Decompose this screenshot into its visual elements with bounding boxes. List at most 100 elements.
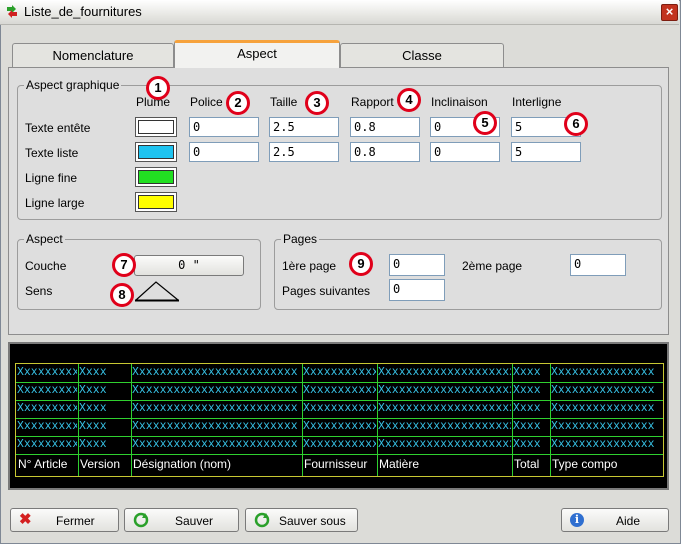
sauver-sous-label: Sauver sous [279, 514, 346, 528]
annotation-badge-5: 5 [473, 111, 497, 135]
placeholder-cell: Xxxx [513, 438, 541, 451]
placeholder-cell: Xxxxxxxxxxxxxxxxxxxxxxxx [132, 438, 298, 451]
col-inclinaison: Inclinaison [431, 95, 488, 109]
sens-label: Sens [25, 284, 53, 298]
placeholder-cell: Xxxxxxxxxxxxxxxxxxxxxxxx [132, 402, 298, 415]
police-input-entete[interactable]: 0 [189, 117, 259, 137]
sauver-sous-button[interactable]: Sauver sous [245, 508, 358, 532]
row-label-ligne-large: Ligne large [25, 196, 85, 210]
column-header: Total [514, 457, 540, 471]
taille-input-entete[interactable]: 2.5 [269, 117, 339, 137]
col-police: Police [190, 95, 223, 109]
column-header: Matière [379, 457, 420, 471]
placeholder-cell: Xxxxxxxxxxxx [17, 384, 77, 397]
placeholder-cell: Xxxx [79, 366, 107, 379]
color-fill [138, 120, 174, 134]
tab-nomenclature[interactable]: Nomenclature [12, 43, 174, 67]
window-title: Liste_de_fournitures [24, 4, 142, 19]
tab-classe[interactable]: Classe [340, 43, 504, 67]
second-page-label: 2ème page [462, 259, 523, 273]
close-button[interactable]: × [661, 4, 678, 21]
column-header: N° Article [18, 457, 68, 471]
table-preview: Xxxxxxxxx xxxX xxxXxxxxxxxxxxxxxxxxxxxx xxx… [8, 342, 669, 490]
tab-aspect[interactable]: Aspect [174, 40, 340, 68]
rapport-input-entete[interactable]: 0.8 [350, 117, 420, 137]
next-pages-input[interactable]: 0 [389, 279, 445, 301]
color-fill [138, 145, 174, 159]
taille-input-liste[interactable]: 2.5 [269, 142, 339, 162]
plume-color-swatch-ligne-large[interactable] [135, 192, 177, 212]
row-label-texte-liste: Texte liste [25, 146, 79, 160]
preview-grid: Xxxxxxxxx xxxX xxxXxxxxxxxxxxxxxxxxxxxx xxx… [15, 363, 664, 477]
sens-triangle-icon[interactable] [134, 280, 180, 302]
first-page-label: 1ère page [282, 259, 337, 273]
close-x-icon: ✖ [19, 511, 32, 528]
col-interligne: Interligne [512, 95, 562, 109]
plume-color-swatch-liste[interactable] [135, 142, 177, 162]
interligne-input-liste[interactable]: 5 [511, 142, 581, 162]
placeholder-cell: Xxxx [513, 366, 541, 379]
placeholder-cell: Xxxxxxxxxxxxxxxxxxxxxx [378, 402, 511, 415]
annotation-badge-1: 1 [146, 76, 170, 100]
couche-label: Couche [25, 259, 67, 273]
placeholder-cell: Xxxxxxxxxxxxxx [303, 420, 376, 433]
column-header: Type compo [552, 457, 618, 471]
save-as-refresh-icon [254, 512, 270, 528]
fermer-label: Fermer [56, 514, 95, 528]
col-taille: Taille [270, 95, 298, 109]
color-fill [138, 195, 174, 209]
placeholder-cell: Xxxxxxxxxxxxxxxxxxxxxx [378, 366, 511, 379]
plume-color-swatch-entete[interactable] [135, 117, 177, 137]
aide-button[interactable]: i Aide [561, 508, 669, 532]
placeholder-cell: Xxxxxxxxxxxxxxxxxxxxxxxx [132, 420, 298, 433]
placeholder-cell: Xxxx [513, 420, 541, 433]
save-refresh-icon [133, 512, 149, 528]
placeholder-cell: Xxxxxxxxxxxx [17, 402, 77, 415]
placeholder-cell: Xxxxxxxxxxxxxx [303, 438, 376, 451]
annotation-badge-3: 3 [305, 91, 329, 115]
green-arrows-icon [7, 5, 17, 18]
placeholder-cell: Xxxx [513, 384, 541, 397]
placeholder-cell: Xxxxxxxxxxxxxxxxxxxxxxxx [132, 384, 298, 397]
placeholder-cell: Xxxx [79, 438, 107, 451]
aide-label: Aide [616, 514, 641, 528]
first-page-input[interactable]: 0 [389, 254, 445, 276]
aspect-graphique-legend: Aspect graphique [26, 78, 120, 92]
title-bar[interactable]: Liste_de_fournitures × [0, 0, 679, 25]
inclinaison-input-liste[interactable]: 0 [430, 142, 500, 162]
placeholder-cell: Xxxxxxxxxxxxxx [303, 366, 376, 379]
placeholder-cell: Xxxxxxxxxxxx [17, 438, 77, 451]
placeholder-cell: Xxxxxxxxxxxxxxxxxxxxxx [378, 438, 511, 451]
col-rapport: Rapport [351, 95, 394, 109]
annotation-badge-4: 4 [397, 88, 421, 112]
plume-color-swatch-ligne-fine[interactable] [135, 167, 177, 187]
pages-legend: Pages [283, 232, 318, 246]
next-pages-label: Pages suivantes [282, 284, 371, 298]
column-header: Fournisseur [304, 457, 368, 471]
aspect-legend: Aspect [26, 232, 63, 246]
rapport-input-liste[interactable]: 0.8 [350, 142, 420, 162]
info-icon: i [570, 513, 584, 527]
column-header: Version [80, 457, 121, 471]
placeholder-cell: Xxxx [513, 402, 541, 415]
placeholder-cell: Xxxxxxxxxxxxxxx [551, 366, 655, 379]
couche-button[interactable]: 0 " [134, 255, 244, 276]
placeholder-cell: Xxxxxxxxxxxx [17, 420, 77, 433]
fermer-button[interactable]: ✖ Fermer [10, 508, 119, 532]
police-input-liste[interactable]: 0 [189, 142, 259, 162]
annotation-badge-7: 7 [112, 253, 136, 277]
placeholder-cell: Xxxxxxxxxxxx [17, 366, 77, 379]
row-label-texte-entete: Texte entête [25, 121, 91, 135]
second-page-input[interactable]: 0 [570, 254, 626, 276]
placeholder-cell: Xxxxxxxxxxxxxxx [551, 420, 655, 433]
placeholder-cell: Xxxx [79, 384, 107, 397]
annotation-badge-2: 2 [226, 91, 250, 115]
column-header: Désignation (nom) [133, 457, 232, 471]
placeholder-cell: Xxxxxxxxxxxxxx [303, 402, 376, 415]
annotation-badge-9: 9 [349, 252, 373, 276]
placeholder-cell: Xxxxxxxxxxxxxxxxxxxxxx [378, 420, 511, 433]
placeholder-cell: Xxxxxxxxxxxxxxx [551, 438, 655, 451]
sauver-button[interactable]: Sauver [124, 508, 239, 532]
annotation-badge-6: 6 [564, 112, 588, 136]
placeholder-cell: Xxxx [79, 420, 107, 433]
